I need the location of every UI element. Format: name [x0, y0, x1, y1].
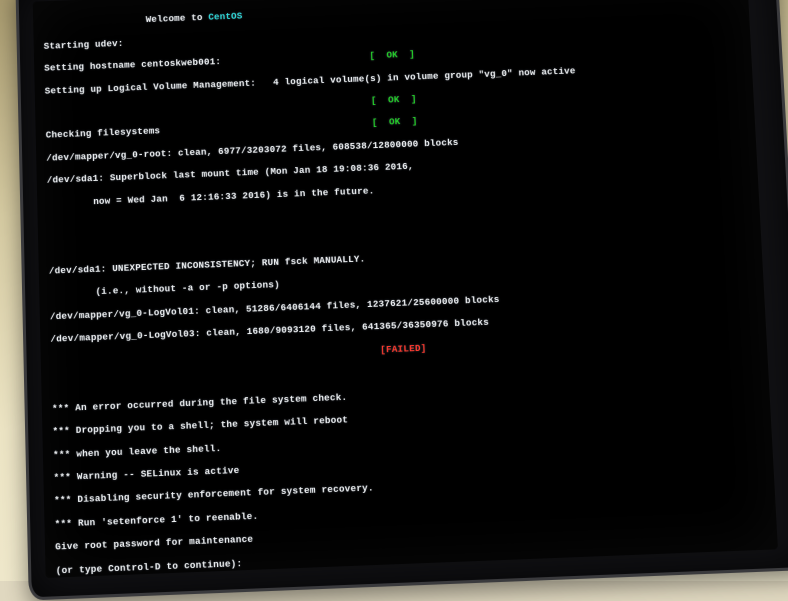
status-ok: [ OK ] [369, 49, 415, 62]
console-screen[interactable]: Welcome to CentOS Starting udev: Setting… [33, 0, 778, 578]
boot-log: Welcome to CentOS Starting udev: Setting… [33, 0, 778, 578]
monitor-frame: Welcome to CentOS Starting udev: Setting… [15, 0, 788, 600]
os-name: CentOS [208, 11, 242, 23]
